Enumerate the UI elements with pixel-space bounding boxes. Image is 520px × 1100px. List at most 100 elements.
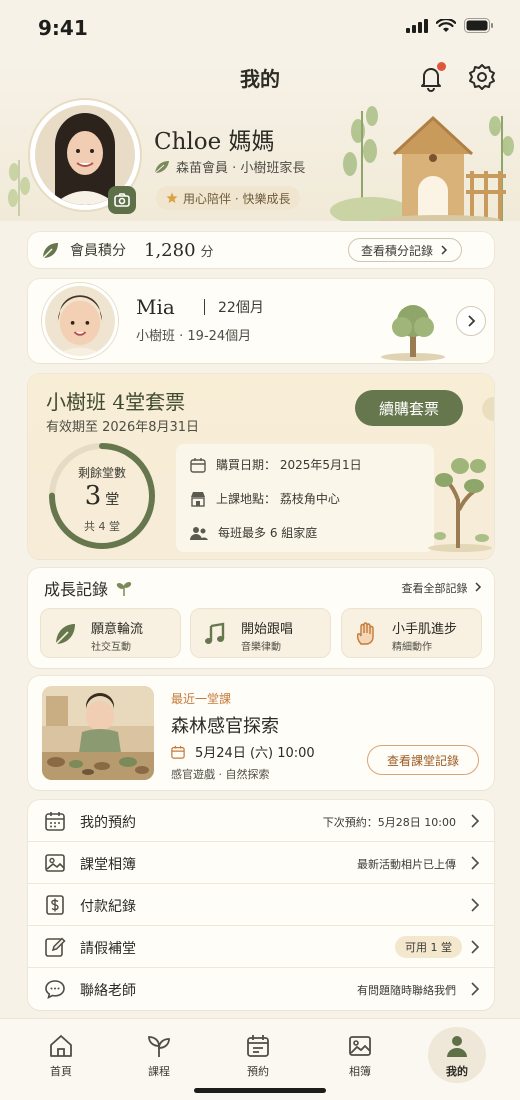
child-name: Mia bbox=[136, 295, 175, 319]
growth-item-sub: 音樂律動 bbox=[241, 642, 281, 653]
leaf-icon bbox=[154, 160, 169, 173]
signal-icon bbox=[406, 18, 428, 33]
menu-item-meta: 最新活動相片已上傳 bbox=[357, 858, 456, 871]
camera-icon bbox=[114, 193, 130, 207]
photo-icon bbox=[45, 854, 65, 872]
store-icon bbox=[191, 491, 205, 507]
remaining-count: 3堂 bbox=[46, 481, 158, 511]
growth-item-fine-motor[interactable]: 小手肌進步 精細動作 bbox=[341, 608, 482, 658]
lesson-title: 森林感官探索 bbox=[171, 716, 279, 737]
package-title: 小樹班 4堂套票 bbox=[46, 390, 186, 414]
points-value: 1,280 bbox=[144, 239, 196, 261]
menu-item-bookings[interactable]: 我的預約 下次預約：5月28日 10:00 bbox=[28, 800, 494, 842]
tree-illustration bbox=[428, 458, 492, 552]
tab-album[interactable]: 相簿 bbox=[325, 1033, 395, 1079]
user-motto-badge: 用心陪伴 · 快樂成長 bbox=[156, 186, 301, 210]
menu-item-makeup-class[interactable]: 請假補堂 可用 1 堂 bbox=[28, 926, 494, 968]
last-lesson-card: 最近一堂課 森林感官探索 5月24日 (六) 10:00 感官遊戲 · 自然探索… bbox=[28, 676, 494, 790]
sprout-icon bbox=[116, 582, 132, 596]
music-note-icon bbox=[205, 622, 225, 644]
growth-item-title: 開始跟唱 bbox=[241, 622, 294, 637]
child-age: 22個月 bbox=[218, 300, 264, 316]
status-bar: 9:41 bbox=[0, 0, 520, 56]
child-detail-button[interactable] bbox=[456, 306, 486, 336]
growth-item-singing[interactable]: 開始跟唱 音樂律動 bbox=[190, 608, 331, 658]
tab-label: 相簿 bbox=[349, 1065, 371, 1078]
chevron-right-icon bbox=[471, 898, 480, 912]
chevron-right-icon bbox=[468, 315, 476, 327]
battery-icon bbox=[464, 18, 493, 33]
location-row: 上課地點： 荔枝角中心 bbox=[190, 490, 340, 507]
capacity: 每班最多 6 組家庭 bbox=[218, 526, 318, 540]
sun-decoration bbox=[482, 397, 494, 421]
tab-profile[interactable]: 我的 bbox=[422, 1033, 492, 1079]
tab-label: 預約 bbox=[247, 1065, 269, 1078]
tab-courses[interactable]: 課程 bbox=[124, 1033, 194, 1079]
location: 上課地點： 荔枝角中心 bbox=[216, 492, 340, 506]
growth-item-title: 願意輪流 bbox=[91, 622, 144, 637]
menu-item-label: 課堂相簿 bbox=[80, 857, 136, 873]
menu-item-album[interactable]: 課堂相簿 最新活動相片已上傳 bbox=[28, 842, 494, 884]
menu-item-label: 付款紀錄 bbox=[80, 899, 136, 915]
view-points-label: 查看積分記錄 bbox=[360, 243, 433, 258]
change-photo-button[interactable] bbox=[108, 186, 136, 214]
chevron-right-icon bbox=[471, 814, 480, 828]
package-card: 小樹班 4堂套票 有效期至 2026年8月31日 續購套票 剩餘堂數 3堂 共 … bbox=[28, 374, 494, 559]
screen: 9:41 我的 Chloe 媽媽 森苗會員 · 小樹班家長 用心陪伴 · 快樂成… bbox=[0, 0, 520, 1100]
renew-package-button[interactable]: 續購套票 bbox=[355, 390, 463, 426]
see-all-label: 查看全部記錄 bbox=[401, 582, 468, 595]
chat-icon bbox=[45, 980, 65, 999]
see-all-growth-link[interactable]: 查看全部記錄 bbox=[402, 580, 483, 596]
tab-home[interactable]: 首頁 bbox=[26, 1033, 96, 1079]
points-label: 會員積分 bbox=[70, 243, 126, 259]
calendar-icon bbox=[45, 812, 65, 831]
package-expiry: 有效期至 2026年8月31日 bbox=[46, 420, 200, 435]
lesson-tag: 最近一堂課 bbox=[171, 692, 232, 706]
payment-icon bbox=[46, 895, 64, 915]
sprout-icon bbox=[42, 243, 58, 259]
status-time: 9:41 bbox=[38, 16, 88, 40]
users-icon bbox=[190, 526, 208, 540]
chevron-right-icon bbox=[471, 940, 480, 954]
menu-list: 我的預約 下次預約：5月28日 10:00 課堂相簿 最新活動相片已上傳 付款紀… bbox=[28, 800, 494, 1010]
user-name: Chloe 媽媽 bbox=[154, 129, 275, 155]
divider bbox=[204, 299, 205, 315]
birdhouse-illustration bbox=[330, 106, 514, 221]
leaf-icon bbox=[55, 624, 75, 645]
home-indicator bbox=[194, 1088, 326, 1093]
view-lesson-record-button[interactable]: 查看課堂記錄 bbox=[367, 745, 479, 775]
child-class: 小樹班 · 19-24個月 bbox=[136, 329, 252, 344]
menu-item-payments[interactable]: 付款紀錄 bbox=[28, 884, 494, 926]
chevron-right-icon bbox=[471, 856, 480, 870]
menu-item-label: 我的預約 bbox=[80, 815, 136, 831]
growth-card: 成長記錄 查看全部記錄 願意輪流 社交互動 開始跟唱 音樂律動 小手肌進步 精細… bbox=[28, 568, 494, 668]
remaining-unit: 堂 bbox=[105, 492, 120, 508]
user-role-text: 森苗會員 · 小樹班家長 bbox=[176, 161, 306, 176]
notification-dot bbox=[437, 62, 446, 71]
remaining-label: 剩餘堂數 bbox=[77, 466, 126, 480]
points-unit: 分 bbox=[200, 244, 214, 260]
user-motto-text: 用心陪伴 · 快樂成長 bbox=[183, 191, 291, 206]
gear-icon[interactable] bbox=[467, 62, 497, 92]
package-info: 購買日期： 2025年5月1日 上課地點： 荔枝角中心 每班最多 6 組家庭 bbox=[176, 444, 434, 552]
hand-icon bbox=[356, 622, 374, 645]
tab-label: 課程 bbox=[148, 1065, 170, 1078]
wifi-icon bbox=[436, 18, 456, 32]
purchase-date: 購買日期： 2025年5月1日 bbox=[216, 458, 362, 472]
menu-item-contact-teacher[interactable]: 聯絡老師 有問題隨時聯絡我們 bbox=[28, 968, 494, 1010]
total-lessons: 共 4 堂 bbox=[84, 520, 120, 533]
tab-label: 我的 bbox=[446, 1065, 468, 1078]
view-points-button[interactable]: 查看積分記錄 bbox=[348, 238, 462, 262]
calendar-icon bbox=[190, 457, 206, 473]
menu-item-meta: 有問題隨時聯絡我們 bbox=[357, 984, 456, 997]
home-icon bbox=[50, 1035, 72, 1057]
growth-item-turn-taking[interactable]: 願意輪流 社交互動 bbox=[40, 608, 181, 658]
menu-item-label: 請假補堂 bbox=[80, 941, 136, 957]
menu-item-label: 聯絡老師 bbox=[80, 983, 136, 999]
child-card[interactable]: Mia 22個月 小樹班 · 19-24個月 bbox=[28, 279, 494, 363]
available-credit-badge: 可用 1 堂 bbox=[395, 936, 462, 958]
status-icons bbox=[406, 18, 494, 33]
photo-icon bbox=[349, 1036, 371, 1056]
user-role: 森苗會員 · 小樹班家長 bbox=[154, 157, 305, 176]
tab-bookings[interactable]: 預約 bbox=[223, 1033, 293, 1079]
